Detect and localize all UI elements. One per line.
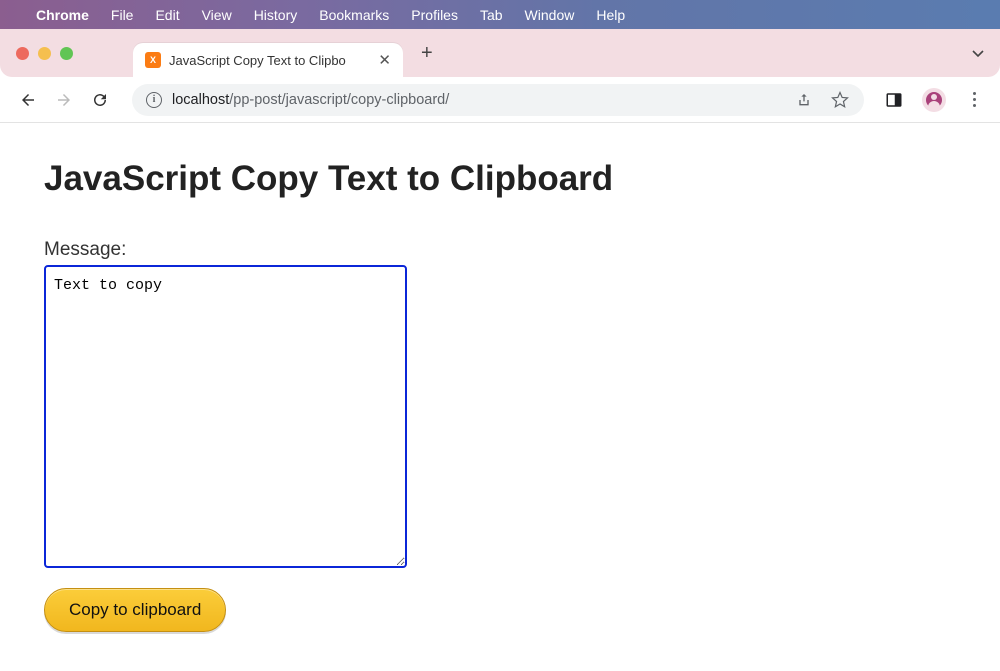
tab-title: JavaScript Copy Text to Clipbo [169,53,370,68]
mac-menubar: Chrome File Edit View History Bookmarks … [0,0,1000,29]
window-minimize-button[interactable] [38,47,51,60]
menu-history[interactable]: History [254,7,298,23]
tab-strip: X JavaScript Copy Text to Clipbo ✕ + [0,29,1000,77]
back-button[interactable] [16,88,40,112]
tab-close-icon[interactable]: ✕ [378,51,391,69]
chrome-menu-icon[interactable] [964,90,984,110]
window-fullscreen-button[interactable] [60,47,73,60]
menu-file[interactable]: File [111,7,134,23]
menu-edit[interactable]: Edit [155,7,179,23]
message-textarea[interactable] [44,265,407,568]
menu-bookmarks[interactable]: Bookmarks [319,7,389,23]
address-bar[interactable]: i localhost/pp-post/javascript/copy-clip… [132,84,864,116]
bookmark-star-icon[interactable] [830,90,850,110]
browser-tab[interactable]: X JavaScript Copy Text to Clipbo ✕ [133,43,403,77]
site-info-icon[interactable]: i [146,92,162,108]
reload-button[interactable] [88,88,112,112]
message-label: Message: [44,239,956,261]
menu-profiles[interactable]: Profiles [411,7,458,23]
menu-view[interactable]: View [202,7,232,23]
menu-app[interactable]: Chrome [36,7,89,23]
menu-tab[interactable]: Tab [480,7,503,23]
menu-help[interactable]: Help [596,7,625,23]
tab-favicon-icon: X [145,52,161,68]
new-tab-button[interactable]: + [421,42,433,65]
browser-toolbar: i localhost/pp-post/javascript/copy-clip… [0,77,1000,123]
side-panel-icon[interactable] [884,90,904,110]
page-content: JavaScript Copy Text to Clipboard Messag… [0,123,1000,668]
page-heading: JavaScript Copy Text to Clipboard [44,159,956,199]
window-close-button[interactable] [16,47,29,60]
profile-avatar-icon[interactable] [922,88,946,112]
menu-window[interactable]: Window [525,7,575,23]
url-text: localhost/pp-post/javascript/copy-clipbo… [172,92,449,108]
tab-overflow-icon[interactable] [972,46,984,61]
copy-to-clipboard-button[interactable]: Copy to clipboard [44,588,226,632]
share-icon[interactable] [794,90,814,110]
window-controls [16,47,73,60]
forward-button[interactable] [52,88,76,112]
